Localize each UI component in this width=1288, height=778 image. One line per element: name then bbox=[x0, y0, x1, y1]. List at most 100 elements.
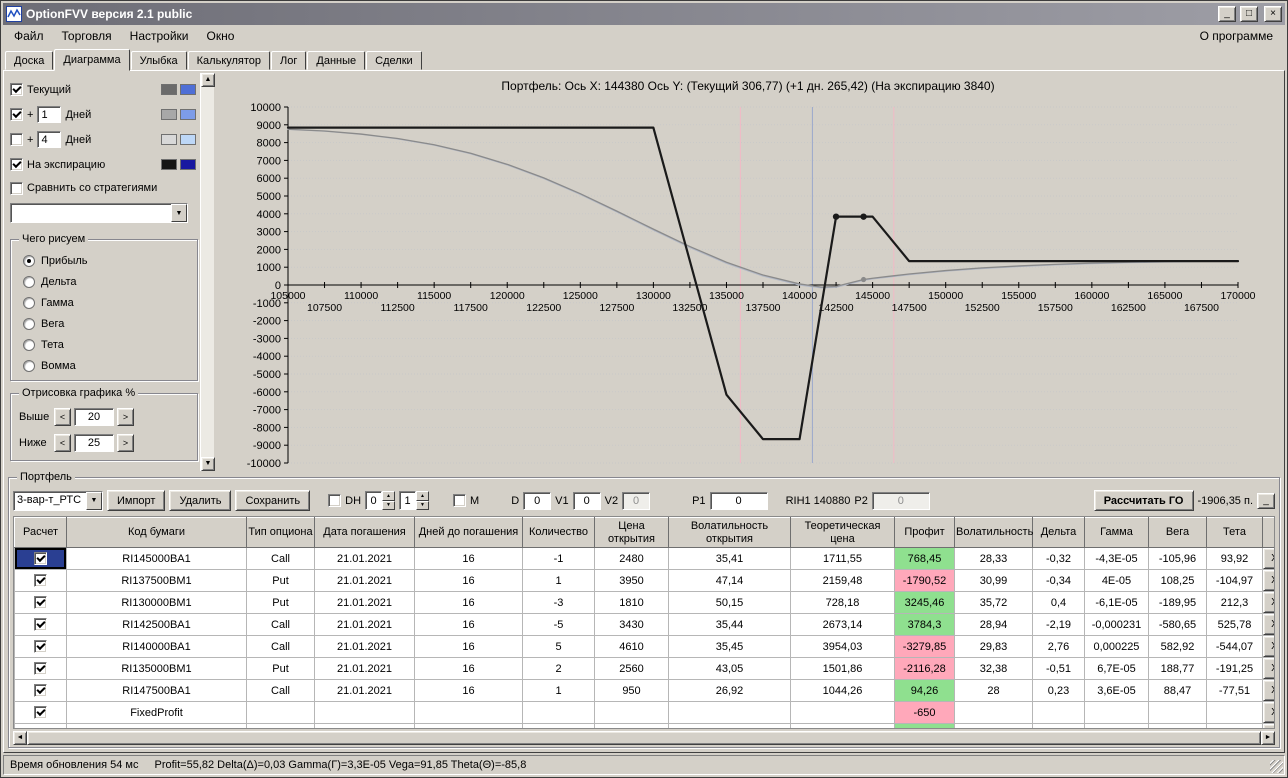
row-calc-checkbox[interactable] bbox=[34, 640, 47, 653]
table-row[interactable]: RI142500BA1Call21.01.202116-5343035,4426… bbox=[15, 614, 1276, 636]
row-calc-cell[interactable] bbox=[15, 724, 67, 730]
row-calc-checkbox[interactable] bbox=[34, 706, 47, 719]
scroll-up-icon[interactable]: ▲ bbox=[201, 73, 215, 87]
calc-go-button[interactable]: Рассчитать ГО bbox=[1094, 490, 1194, 511]
above-decrease-button[interactable]: < bbox=[54, 408, 71, 426]
row-delete-button[interactable]: X bbox=[1263, 548, 1275, 569]
profit-radio[interactable] bbox=[23, 255, 35, 267]
row-delete-button[interactable]: X bbox=[1263, 570, 1275, 591]
row-calc-cell[interactable] bbox=[15, 548, 67, 570]
menu-window[interactable]: Окно bbox=[198, 26, 244, 46]
tab-data[interactable]: Данные bbox=[307, 51, 365, 70]
dh-checkbox[interactable] bbox=[328, 494, 341, 507]
plus1-day-checkbox[interactable] bbox=[10, 108, 23, 121]
draw-option-vomma[interactable]: Вомма bbox=[15, 355, 193, 376]
expiration-checkbox[interactable] bbox=[10, 158, 23, 171]
scroll-right-icon[interactable]: ► bbox=[1261, 731, 1275, 745]
import-button[interactable]: Импорт bbox=[107, 490, 165, 511]
row-calc-cell[interactable] bbox=[15, 614, 67, 636]
menu-settings[interactable]: Настройки bbox=[121, 26, 198, 46]
table-row[interactable]: RI140000BA1Call21.01.2021165461035,45395… bbox=[15, 636, 1276, 658]
row-calc-checkbox[interactable] bbox=[34, 728, 47, 729]
draw-option-profit[interactable]: Прибыль bbox=[15, 250, 193, 271]
p1-field[interactable] bbox=[710, 492, 768, 510]
m-checkbox[interactable] bbox=[453, 494, 466, 507]
below-percent-input[interactable] bbox=[74, 434, 114, 452]
plus4-days-days-input[interactable] bbox=[37, 131, 61, 148]
compare-strategies-checkbox[interactable] bbox=[10, 182, 23, 195]
preset-select[interactable]: 3-вар-т_РТС ▼ bbox=[13, 491, 103, 511]
left-panel-scrollbar[interactable]: ▲ ▼ bbox=[200, 73, 214, 471]
row-delete-button[interactable]: X bbox=[1263, 592, 1275, 613]
below-increase-button[interactable]: > bbox=[117, 434, 134, 452]
row-calc-checkbox[interactable] bbox=[34, 596, 47, 609]
scroll-left-icon[interactable]: ◄ bbox=[13, 731, 27, 745]
portfolio-chart[interactable]: -10000-9000-8000-7000-6000-5000-4000-300… bbox=[214, 97, 1282, 471]
menu-trade[interactable]: Торговля bbox=[53, 26, 121, 46]
row-calc-cell[interactable] bbox=[15, 680, 67, 702]
tab-calculator[interactable]: Калькулятор bbox=[188, 51, 270, 70]
menu-file[interactable]: Файл bbox=[5, 26, 53, 46]
row-delete-button[interactable]: X bbox=[1263, 724, 1275, 729]
draw-option-theta[interactable]: Тета bbox=[15, 334, 193, 355]
chevron-down-icon[interactable]: ▼ bbox=[171, 204, 187, 222]
above-increase-button[interactable]: > bbox=[117, 408, 134, 426]
table-row[interactable]: Итого:55,820,033,3E-0591,85-85,8X bbox=[15, 724, 1276, 730]
table-row[interactable]: RI145000BA1Call21.01.202116-1248035,4117… bbox=[15, 548, 1276, 570]
spin-down-icon[interactable]: ▼ bbox=[416, 501, 429, 511]
table-row[interactable]: RI147500BA1Call21.01.202116195026,921044… bbox=[15, 680, 1276, 702]
plus1-day-days-input[interactable] bbox=[37, 106, 61, 123]
row-calc-checkbox[interactable] bbox=[34, 684, 47, 697]
row-delete-button[interactable]: X bbox=[1263, 680, 1275, 701]
d-field[interactable] bbox=[523, 492, 551, 510]
vomma-radio[interactable] bbox=[23, 360, 35, 372]
row-calc-cell[interactable] bbox=[15, 636, 67, 658]
below-decrease-button[interactable]: < bbox=[54, 434, 71, 452]
row-delete-button[interactable]: X bbox=[1263, 658, 1275, 679]
spin-down-icon[interactable]: ▼ bbox=[382, 501, 395, 511]
row-calc-cell[interactable] bbox=[15, 658, 67, 680]
dh-spinner-1-input[interactable] bbox=[365, 491, 382, 510]
scrollbar-thumb[interactable] bbox=[27, 731, 1261, 745]
table-row[interactable]: RI137500BM1Put21.01.2021161395047,142159… bbox=[15, 570, 1276, 592]
row-delete-button[interactable]: X bbox=[1263, 636, 1275, 657]
row-calc-checkbox[interactable] bbox=[34, 662, 47, 675]
close-button[interactable]: × bbox=[1264, 6, 1282, 22]
resize-grip[interactable] bbox=[1270, 760, 1283, 773]
tab-board[interactable]: Доска bbox=[5, 51, 53, 70]
v1-field[interactable] bbox=[573, 492, 601, 510]
table-row[interactable]: RI135000BM1Put21.01.2021162256043,051501… bbox=[15, 658, 1276, 680]
tab-log[interactable]: Лог bbox=[271, 51, 306, 70]
strategy-select[interactable]: ▼ bbox=[10, 203, 188, 223]
table-row[interactable]: RI130000BM1Put21.01.202116-3181050,15728… bbox=[15, 592, 1276, 614]
save-button[interactable]: Сохранить bbox=[235, 490, 310, 511]
current-checkbox[interactable] bbox=[10, 83, 23, 96]
row-calc-checkbox[interactable] bbox=[34, 552, 47, 565]
theta-radio[interactable] bbox=[23, 339, 35, 351]
vega-radio[interactable] bbox=[23, 318, 35, 330]
tab-smile[interactable]: Улыбка bbox=[131, 51, 187, 70]
v2-field[interactable] bbox=[622, 492, 650, 510]
dh-spinner-2-input[interactable] bbox=[399, 491, 416, 510]
above-percent-input[interactable] bbox=[74, 408, 114, 426]
maximize-button[interactable]: □ bbox=[1240, 6, 1258, 22]
spin-up-icon[interactable]: ▲ bbox=[382, 491, 395, 501]
gamma-radio[interactable] bbox=[23, 297, 35, 309]
minimize-button[interactable]: _ bbox=[1218, 6, 1236, 22]
row-delete-button[interactable]: X bbox=[1263, 614, 1275, 635]
row-calc-checkbox[interactable] bbox=[34, 574, 47, 587]
spin-up-icon[interactable]: ▲ bbox=[416, 491, 429, 501]
row-calc-cell[interactable] bbox=[15, 570, 67, 592]
tab-diagram[interactable]: Диаграмма bbox=[54, 49, 129, 71]
plus4-days-checkbox[interactable] bbox=[10, 133, 23, 146]
chevron-down-icon[interactable]: ▼ bbox=[86, 492, 102, 510]
titlebar[interactable]: OptionFVV версия 2.1 public _ □ × bbox=[3, 3, 1285, 25]
draw-option-gamma[interactable]: Гамма bbox=[15, 292, 193, 313]
draw-option-vega[interactable]: Вега bbox=[15, 313, 193, 334]
row-delete-button[interactable]: X bbox=[1263, 702, 1275, 723]
table-horizontal-scrollbar[interactable]: ◄ ► bbox=[13, 731, 1275, 745]
row-calc-cell[interactable] bbox=[15, 702, 67, 724]
delete-button[interactable]: Удалить bbox=[169, 490, 231, 511]
draw-option-delta[interactable]: Дельта bbox=[15, 271, 193, 292]
p2-field[interactable] bbox=[872, 492, 930, 510]
